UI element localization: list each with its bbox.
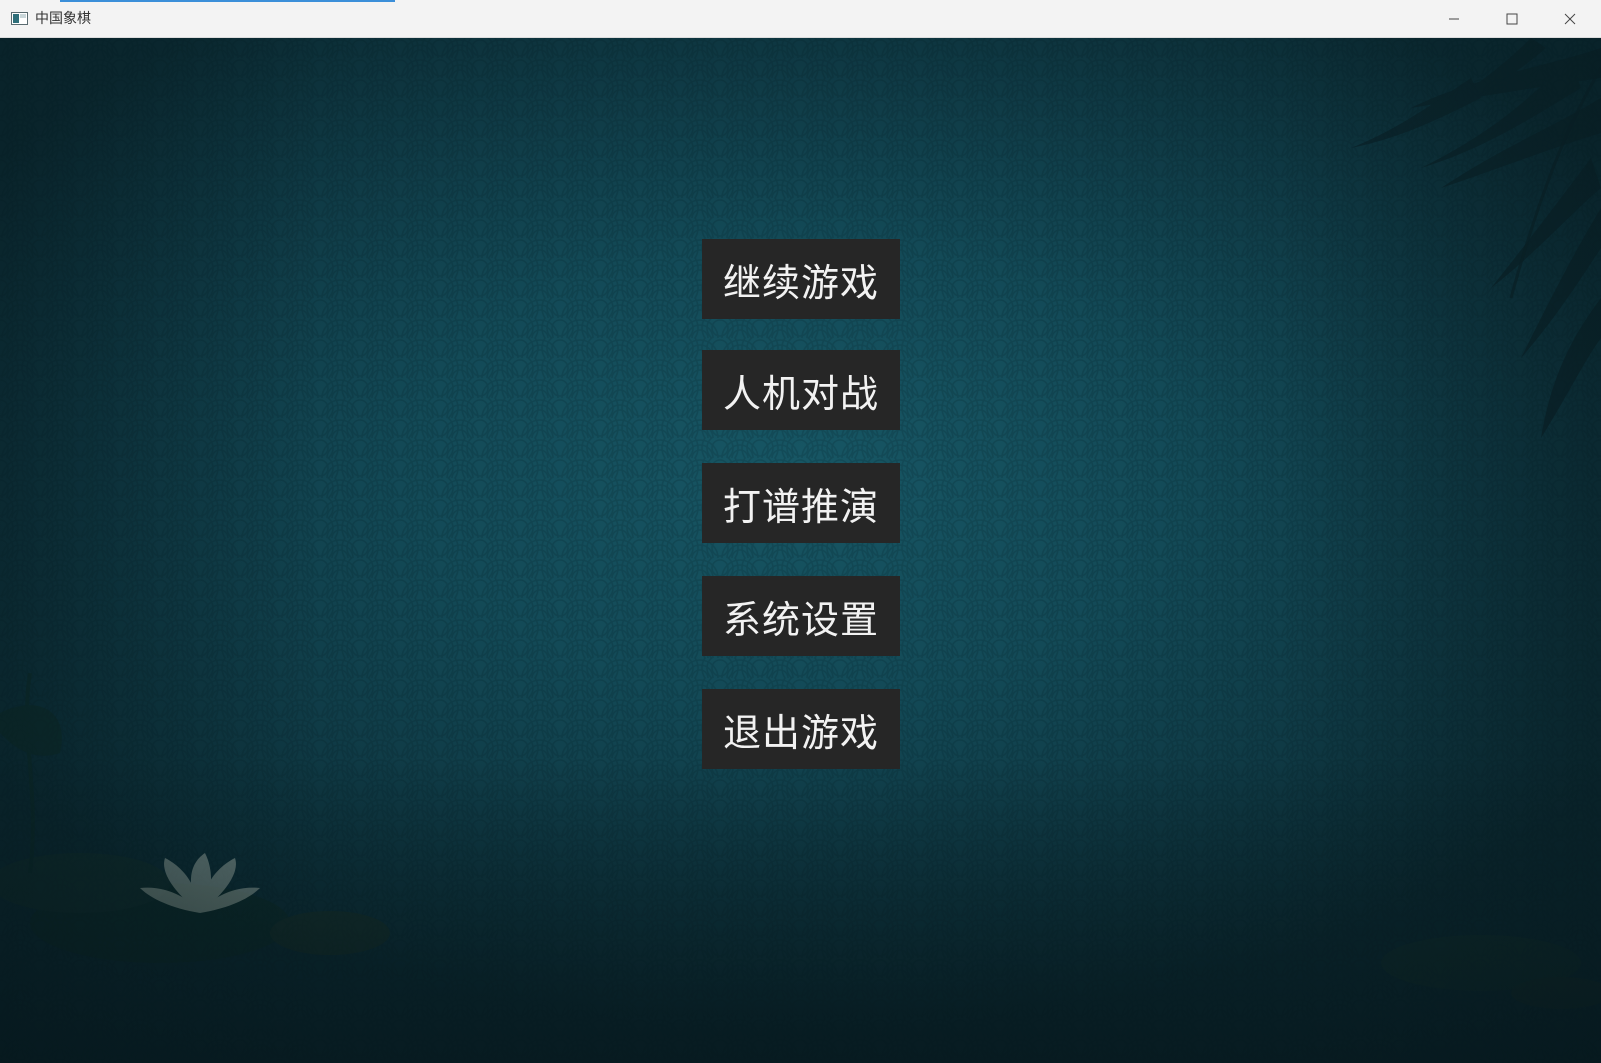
maximize-button[interactable] [1483,0,1541,38]
close-button[interactable] [1541,0,1599,38]
minimize-icon [1449,18,1459,20]
continue-game-button[interactable]: 继续游戏 [702,239,900,319]
maximize-icon [1506,13,1518,25]
system-settings-button[interactable]: 系统设置 [702,576,900,656]
exit-game-button[interactable]: 退出游戏 [702,689,900,769]
app-window: 中国象棋 继续游戏 人机对战 打谱推演 系统设置 退出游戏 [0,0,1601,1063]
minimize-button[interactable] [1425,0,1483,38]
close-icon [1564,13,1576,25]
app-icon [11,12,28,25]
game-record-button[interactable]: 打谱推演 [702,463,900,543]
game-menu-screen: 继续游戏 人机对战 打谱推演 系统设置 退出游戏 [0,38,1601,1063]
title-bar[interactable]: 中国象棋 [0,0,1601,38]
main-menu: 继续游戏 人机对战 打谱推演 系统设置 退出游戏 [702,239,900,802]
taskbar-accent-strip [60,0,395,2]
human-vs-ai-button[interactable]: 人机对战 [702,350,900,430]
window-title: 中国象棋 [35,11,91,27]
